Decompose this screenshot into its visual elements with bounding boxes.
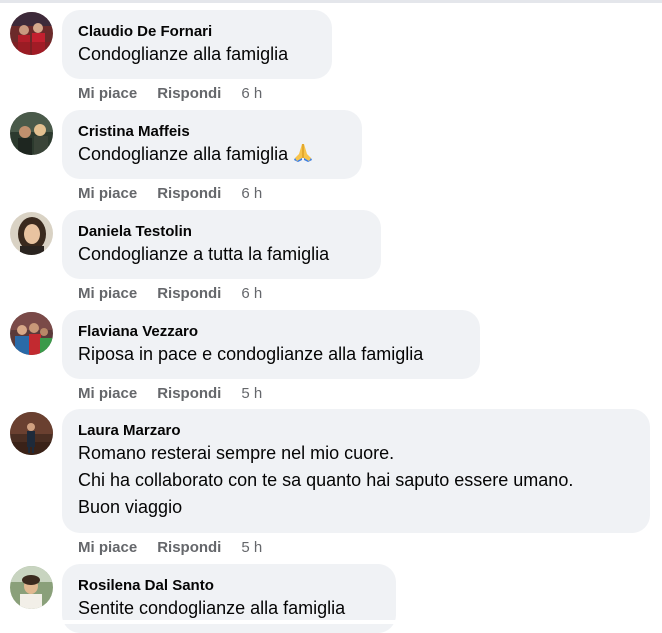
reply-button[interactable]: Rispondi: [157, 539, 221, 556]
comment-bubble: Laura Marzaro Romano resterai sempre nel…: [62, 409, 650, 533]
comment-bubble: Flaviana Vezzaro Riposa in pace e condog…: [62, 310, 480, 379]
like-button[interactable]: Mi piace: [78, 385, 137, 402]
avatar-cristina[interactable]: [10, 112, 53, 155]
like-button[interactable]: Mi piace: [78, 185, 137, 202]
like-button[interactable]: Mi piace: [78, 85, 137, 102]
comment-author[interactable]: Daniela Testolin: [78, 222, 365, 241]
reply-button[interactable]: Rispondi: [157, 185, 221, 202]
comment-time[interactable]: 6 h: [241, 285, 262, 302]
avatar-rosilena[interactable]: [10, 566, 53, 609]
avatar-claudio[interactable]: [10, 12, 53, 55]
folded-hands-icon: [292, 141, 314, 163]
comment-bubble: Claudio De Fornari Condoglianze alla fam…: [62, 10, 332, 79]
comment-actions: Mi piace Rispondi 6 h: [78, 285, 262, 302]
like-button[interactable]: Mi piace: [78, 285, 137, 302]
reply-button[interactable]: Rispondi: [157, 85, 221, 102]
comment-bubble: Cristina Maffeis Condoglianze alla famig…: [62, 110, 362, 179]
comment-text-line: Condoglianze alla famiglia: [78, 141, 346, 168]
comment-actions: Mi piace Rispondi 6 h: [78, 85, 262, 102]
reply-button[interactable]: Rispondi: [157, 285, 221, 302]
viewport-edge: [0, 620, 662, 624]
avatar-laura[interactable]: [10, 412, 53, 455]
comment-text: Riposa in pace e condoglianze alla famig…: [78, 344, 424, 364]
avatar-daniela[interactable]: [10, 212, 53, 255]
comment-author[interactable]: Cristina Maffeis: [78, 122, 346, 141]
comment-time[interactable]: 5 h: [241, 539, 262, 556]
comment-text: Sentite condoglianze alla famiglia: [78, 598, 346, 618]
comment-text: Chi ha collaborato con te sa quanto hai …: [78, 470, 574, 490]
comment-actions: Mi piace Rispondi 6 h: [78, 185, 262, 202]
comment-text: Condoglianze a tutta la famiglia: [78, 244, 330, 264]
comment-text: Romano resterai sempre nel mio cuore.: [78, 443, 395, 463]
comment-author[interactable]: Laura Marzaro: [78, 421, 634, 440]
comment-author[interactable]: Rosilena Dal Santo: [78, 576, 380, 595]
avatar-flaviana[interactable]: [10, 312, 53, 355]
comment-actions: Mi piace Rispondi 5 h: [78, 539, 262, 556]
comment-bubble: Daniela Testolin Condoglianze a tutta la…: [62, 210, 381, 279]
comment-time[interactable]: 5 h: [241, 385, 262, 402]
top-divider: [0, 0, 662, 3]
comment-text: Buon viaggio: [78, 497, 183, 517]
comment-author[interactable]: Claudio De Fornari: [78, 22, 316, 41]
comment-text: Condoglianze alla famiglia: [78, 44, 289, 64]
reply-button[interactable]: Rispondi: [157, 385, 221, 402]
like-button[interactable]: Mi piace: [78, 539, 137, 556]
comment-text: Condoglianze alla famiglia: [78, 144, 289, 164]
comment-author[interactable]: Flaviana Vezzaro: [78, 322, 464, 341]
comment-actions: Mi piace Rispondi 5 h: [78, 385, 262, 402]
comment-time[interactable]: 6 h: [241, 185, 262, 202]
comment-time[interactable]: 6 h: [241, 85, 262, 102]
